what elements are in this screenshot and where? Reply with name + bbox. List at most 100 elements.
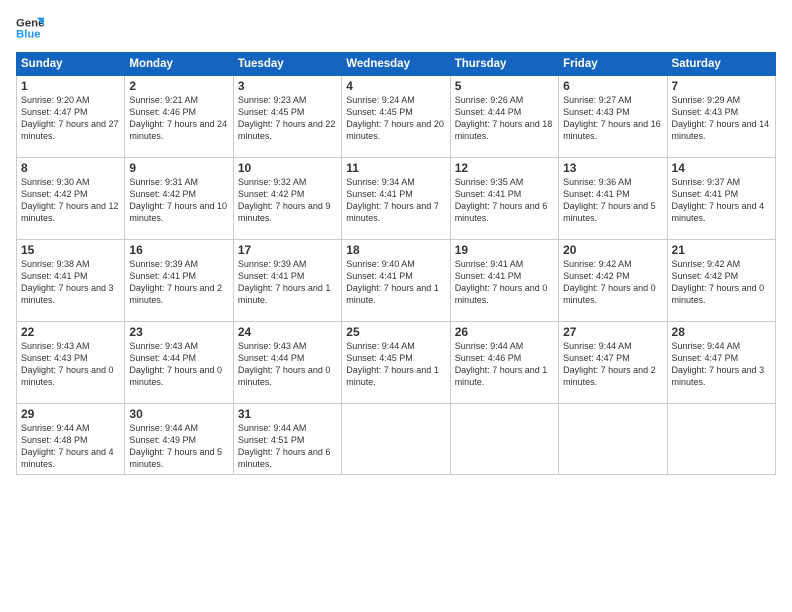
calendar-cell: 22 Sunrise: 9:43 AMSunset: 4:43 PMDayligh… xyxy=(17,322,125,404)
calendar-cell xyxy=(450,404,558,475)
cell-info: Sunrise: 9:30 AMSunset: 4:42 PMDaylight:… xyxy=(21,177,119,223)
cell-info: Sunrise: 9:36 AMSunset: 4:41 PMDaylight:… xyxy=(563,177,656,223)
weekday-header: Thursday xyxy=(450,53,558,76)
day-number: 30 xyxy=(129,407,228,421)
cell-info: Sunrise: 9:44 AMSunset: 4:48 PMDaylight:… xyxy=(21,423,114,469)
calendar-cell: 2 Sunrise: 9:21 AMSunset: 4:46 PMDaylight… xyxy=(125,76,233,158)
day-number: 24 xyxy=(238,325,337,339)
calendar-cell: 8 Sunrise: 9:30 AMSunset: 4:42 PMDaylight… xyxy=(17,158,125,240)
calendar-cell: 15 Sunrise: 9:38 AMSunset: 4:41 PMDayligh… xyxy=(17,240,125,322)
calendar-table: SundayMondayTuesdayWednesdayThursdayFrid… xyxy=(16,52,776,475)
day-number: 13 xyxy=(563,161,662,175)
day-number: 11 xyxy=(346,161,445,175)
cell-info: Sunrise: 9:44 AMSunset: 4:46 PMDaylight:… xyxy=(455,341,548,387)
day-number: 21 xyxy=(672,243,771,257)
calendar-week-row: 22 Sunrise: 9:43 AMSunset: 4:43 PMDayligh… xyxy=(17,322,776,404)
day-number: 17 xyxy=(238,243,337,257)
calendar-cell: 19 Sunrise: 9:41 AMSunset: 4:41 PMDayligh… xyxy=(450,240,558,322)
calendar-cell: 20Sunrise: 9:42 AMSunset: 4:42 PMDayligh… xyxy=(559,240,667,322)
cell-info: Sunrise: 9:40 AMSunset: 4:41 PMDaylight:… xyxy=(346,259,439,305)
calendar-week-row: 29 Sunrise: 9:44 AMSunset: 4:48 PMDayligh… xyxy=(17,404,776,475)
calendar-cell xyxy=(667,404,775,475)
header: General Blue xyxy=(16,14,776,42)
weekday-header: Saturday xyxy=(667,53,775,76)
cell-info: Sunrise: 9:26 AMSunset: 4:44 PMDaylight:… xyxy=(455,95,553,141)
day-number: 5 xyxy=(455,79,554,93)
cell-info: Sunrise: 9:41 AMSunset: 4:41 PMDaylight:… xyxy=(455,259,548,305)
cell-info: Sunrise: 9:35 AMSunset: 4:41 PMDaylight:… xyxy=(455,177,548,223)
calendar-cell: 6Sunrise: 9:27 AMSunset: 4:43 PMDaylight… xyxy=(559,76,667,158)
calendar-cell: 28Sunrise: 9:44 AMSunset: 4:47 PMDayligh… xyxy=(667,322,775,404)
day-number: 22 xyxy=(21,325,120,339)
day-number: 20 xyxy=(563,243,662,257)
calendar-cell: 17 Sunrise: 9:39 AMSunset: 4:41 PMDayligh… xyxy=(233,240,341,322)
calendar-cell: 30 Sunrise: 9:44 AMSunset: 4:49 PMDayligh… xyxy=(125,404,233,475)
weekday-header: Friday xyxy=(559,53,667,76)
weekday-header: Wednesday xyxy=(342,53,450,76)
calendar-cell: 4 Sunrise: 9:24 AMSunset: 4:45 PMDaylight… xyxy=(342,76,450,158)
cell-info: Sunrise: 9:29 AMSunset: 4:43 PMDaylight:… xyxy=(672,95,770,141)
page: General Blue SundayMondayTuesdayWednesda… xyxy=(0,0,792,612)
svg-text:Blue: Blue xyxy=(16,29,41,41)
cell-info: Sunrise: 9:44 AMSunset: 4:47 PMDaylight:… xyxy=(563,341,656,387)
day-number: 6 xyxy=(563,79,662,93)
day-number: 31 xyxy=(238,407,337,421)
calendar-cell xyxy=(342,404,450,475)
day-number: 29 xyxy=(21,407,120,421)
calendar-cell: 21 Sunrise: 9:42 AMSunset: 4:42 PMDayligh… xyxy=(667,240,775,322)
logo: General Blue xyxy=(16,14,44,42)
day-number: 25 xyxy=(346,325,445,339)
day-number: 8 xyxy=(21,161,120,175)
weekday-header: Tuesday xyxy=(233,53,341,76)
day-number: 26 xyxy=(455,325,554,339)
calendar-cell: 16 Sunrise: 9:39 AMSunset: 4:41 PMDayligh… xyxy=(125,240,233,322)
calendar-cell: 27 Sunrise: 9:44 AMSunset: 4:47 PMDayligh… xyxy=(559,322,667,404)
day-number: 28 xyxy=(672,325,771,339)
logo-icon: General Blue xyxy=(16,14,44,42)
cell-info: Sunrise: 9:21 AMSunset: 4:46 PMDaylight:… xyxy=(129,95,227,141)
day-number: 2 xyxy=(129,79,228,93)
calendar-cell xyxy=(559,404,667,475)
day-number: 10 xyxy=(238,161,337,175)
day-number: 4 xyxy=(346,79,445,93)
calendar-cell: 13 Sunrise: 9:36 AMSunset: 4:41 PMDayligh… xyxy=(559,158,667,240)
calendar-cell: 18Sunrise: 9:40 AMSunset: 4:41 PMDayligh… xyxy=(342,240,450,322)
cell-info: Sunrise: 9:44 AMSunset: 4:49 PMDaylight:… xyxy=(129,423,222,469)
cell-info: Sunrise: 9:43 AMSunset: 4:44 PMDaylight:… xyxy=(129,341,222,387)
day-number: 15 xyxy=(21,243,120,257)
cell-info: Sunrise: 9:37 AMSunset: 4:41 PMDaylight:… xyxy=(672,177,765,223)
calendar-cell: 31Sunrise: 9:44 AMSunset: 4:51 PMDayligh… xyxy=(233,404,341,475)
day-number: 27 xyxy=(563,325,662,339)
cell-info: Sunrise: 9:39 AMSunset: 4:41 PMDaylight:… xyxy=(129,259,222,305)
cell-info: Sunrise: 9:38 AMSunset: 4:41 PMDaylight:… xyxy=(21,259,114,305)
day-number: 9 xyxy=(129,161,228,175)
day-number: 7 xyxy=(672,79,771,93)
calendar-cell: 12 Sunrise: 9:35 AMSunset: 4:41 PMDayligh… xyxy=(450,158,558,240)
cell-info: Sunrise: 9:23 AMSunset: 4:45 PMDaylight:… xyxy=(238,95,336,141)
calendar-cell: 25Sunrise: 9:44 AMSunset: 4:45 PMDayligh… xyxy=(342,322,450,404)
weekday-header: Sunday xyxy=(17,53,125,76)
day-number: 16 xyxy=(129,243,228,257)
calendar-cell: 1 Sunrise: 9:20 AMSunset: 4:47 PMDaylight… xyxy=(17,76,125,158)
cell-info: Sunrise: 9:42 AMSunset: 4:42 PMDaylight:… xyxy=(672,259,765,305)
cell-info: Sunrise: 9:24 AMSunset: 4:45 PMDaylight:… xyxy=(346,95,444,141)
cell-info: Sunrise: 9:20 AMSunset: 4:47 PMDaylight:… xyxy=(21,95,119,141)
day-number: 19 xyxy=(455,243,554,257)
calendar-cell: 5 Sunrise: 9:26 AMSunset: 4:44 PMDaylight… xyxy=(450,76,558,158)
calendar-cell: 9 Sunrise: 9:31 AMSunset: 4:42 PMDaylight… xyxy=(125,158,233,240)
cell-info: Sunrise: 9:32 AMSunset: 4:42 PMDaylight:… xyxy=(238,177,331,223)
weekday-header: Monday xyxy=(125,53,233,76)
cell-info: Sunrise: 9:39 AMSunset: 4:41 PMDaylight:… xyxy=(238,259,331,305)
day-number: 12 xyxy=(455,161,554,175)
cell-info: Sunrise: 9:31 AMSunset: 4:42 PMDaylight:… xyxy=(129,177,227,223)
calendar-cell: 10 Sunrise: 9:32 AMSunset: 4:42 PMDayligh… xyxy=(233,158,341,240)
calendar-week-row: 8 Sunrise: 9:30 AMSunset: 4:42 PMDaylight… xyxy=(17,158,776,240)
calendar-cell: 23Sunrise: 9:43 AMSunset: 4:44 PMDayligh… xyxy=(125,322,233,404)
calendar-cell: 14Sunrise: 9:37 AMSunset: 4:41 PMDayligh… xyxy=(667,158,775,240)
calendar-cell: 24 Sunrise: 9:43 AMSunset: 4:44 PMDayligh… xyxy=(233,322,341,404)
cell-info: Sunrise: 9:43 AMSunset: 4:44 PMDaylight:… xyxy=(238,341,331,387)
calendar-cell: 29 Sunrise: 9:44 AMSunset: 4:48 PMDayligh… xyxy=(17,404,125,475)
calendar-header-row: SundayMondayTuesdayWednesdayThursdayFrid… xyxy=(17,53,776,76)
day-number: 1 xyxy=(21,79,120,93)
cell-info: Sunrise: 9:43 AMSunset: 4:43 PMDaylight:… xyxy=(21,341,114,387)
